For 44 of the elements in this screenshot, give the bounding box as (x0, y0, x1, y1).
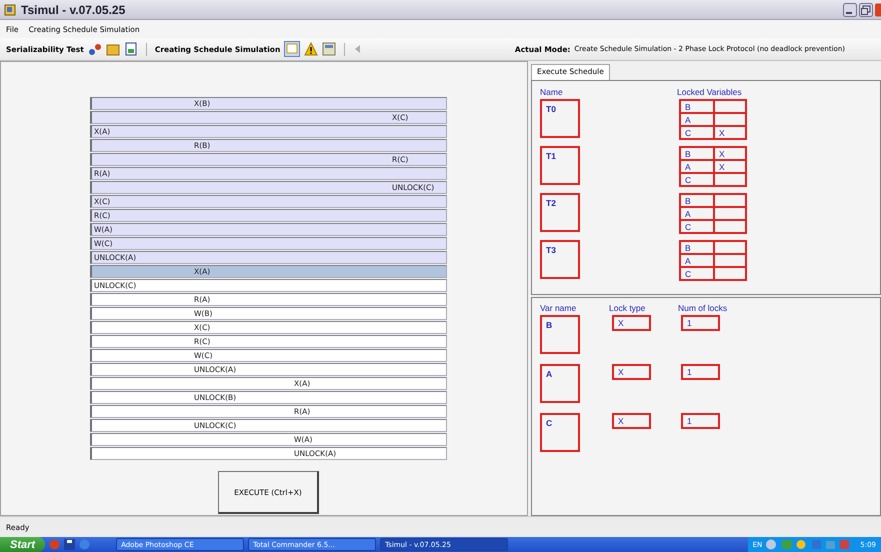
transaction-name: T0 (540, 99, 580, 138)
variable-cell: C (680, 173, 714, 186)
lock-count-field: 1 (681, 364, 720, 380)
variable-name: A (540, 364, 580, 403)
floppy-icon[interactable] (64, 539, 76, 550)
variable-cell: C (680, 126, 714, 139)
lock-cell: X (714, 160, 746, 173)
column-header: Num of locks (678, 303, 728, 313)
transaction-name: T3 (540, 240, 580, 279)
minimize-icon[interactable] (843, 2, 857, 16)
variable-cell: A (680, 254, 714, 267)
column-header: Name (540, 87, 564, 97)
folder-icon[interactable] (106, 42, 120, 56)
transaction-name: T2 (540, 193, 580, 232)
document-icon[interactable] (124, 42, 138, 56)
lock-type-field: X (612, 364, 651, 380)
maximize-icon[interactable] (859, 2, 873, 16)
warning-icon[interactable] (304, 42, 318, 56)
close-icon[interactable] (875, 2, 881, 16)
variable-name: C (540, 413, 580, 452)
lock-cell: X (714, 126, 746, 139)
variable-cell: B (680, 194, 714, 207)
variable-cell: B (680, 100, 714, 113)
variable-cell: B (680, 147, 714, 160)
variable-name: B (540, 315, 580, 354)
variable-cell: A (680, 160, 714, 173)
app-icon (4, 4, 16, 16)
variable-cell: A (680, 113, 714, 126)
variable-cell: C (680, 220, 714, 233)
column-header: Var name (540, 303, 578, 313)
lock-count-field: 1 (681, 315, 720, 331)
column-header: Lock type (609, 303, 646, 313)
column-header: Locked Variables (677, 87, 742, 97)
lock-cell: X (714, 147, 746, 160)
window-icon[interactable] (284, 41, 300, 57)
variable-cell: C (680, 267, 714, 280)
calculator-icon[interactable] (322, 42, 336, 56)
lock-type-field: X (612, 413, 651, 429)
transaction-name: T1 (540, 146, 580, 185)
variable-cell: A (680, 207, 714, 220)
window-title: Tsimul - v.07.05.25 (21, 2, 126, 16)
lock-count-field: 1 (681, 413, 720, 429)
lock-type-field: X (612, 315, 651, 331)
variable-cell: B (680, 241, 714, 254)
